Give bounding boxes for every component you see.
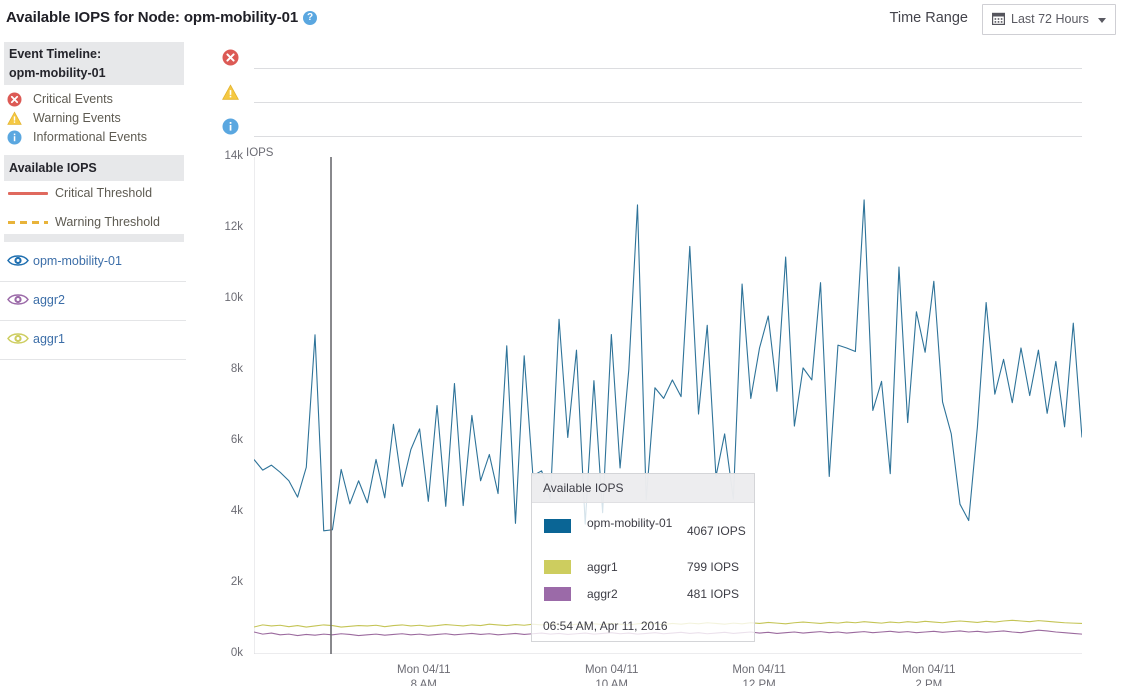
x-tick-date: Mon 04/11 (902, 664, 956, 676)
eye-visibility-icon[interactable] (7, 292, 29, 307)
event-timeline-title-line1: Event Timeline: (9, 47, 102, 61)
legend-label-aggr2: aggr2 (33, 293, 65, 307)
legend-label-critical-events: Critical Events (33, 92, 113, 106)
legend-label-warning-events: Warning Events (33, 111, 121, 125)
legend-item-critical-events[interactable]: Critical Events (0, 90, 186, 109)
event-timeline-title-line2: opm-mobility-01 (9, 66, 106, 80)
legend-item-critical-threshold[interactable]: Critical Threshold (0, 184, 186, 203)
legend-item-informational-events[interactable]: Informational Events (0, 128, 186, 147)
x-tick-date: Mon 04/11 (732, 664, 786, 676)
y-axis-tick-label: 12k (224, 221, 243, 233)
tooltip-name-aggr1: aggr1 (587, 560, 618, 574)
tooltip-timestamp: 06:54 AM, Apr 11, 2016 (543, 619, 668, 633)
calendar-icon (992, 12, 1005, 25)
x-axis-tick-label: Mon 04/11 2 PM (879, 663, 979, 686)
iops-chart-page: Available IOPS for Node: opm-mobility-01… (0, 0, 1126, 686)
page-header: Available IOPS for Node: opm-mobility-01… (0, 0, 1126, 40)
legend-item-opm-mobility-01[interactable]: opm-mobility-01 (0, 242, 186, 282)
critical-error-icon (7, 92, 22, 107)
y-axis-tick-label: 8k (230, 363, 243, 375)
chart-tooltip: Available IOPS opm-mobility-01 4067 IOPS… (531, 473, 755, 642)
time-range-dropdown[interactable]: Last 72 Hours (982, 4, 1116, 35)
chart-region: IOPS 0k 2k 4k 6k 8k 10k 12k 14k Mon 04/11 8 AM Mo… (186, 40, 1126, 686)
y-axis-tick-label: 0k (230, 647, 243, 659)
page-title: Available IOPS for Node: opm-mobility-01 (6, 9, 299, 26)
legend-label-critical-threshold: Critical Threshold (55, 186, 153, 200)
legend-label-opm-mobility-01: opm-mobility-01 (33, 254, 122, 268)
tooltip-swatch-opm-mobility-01 (544, 519, 571, 533)
sidebar-separator (4, 234, 184, 242)
legend-item-aggr1[interactable]: aggr1 (0, 320, 186, 360)
legend-item-warning-events[interactable]: Warning Events (0, 109, 186, 128)
x-tick-date: Mon 04/11 (584, 664, 639, 676)
x-tick-time: 8 AM (410, 679, 437, 686)
x-axis-tick-label: Mon 04/11 12 PM (709, 663, 809, 686)
warning-triangle-icon (7, 111, 22, 126)
tooltip-name-opm-mobility-01: opm-mobility-01 (587, 516, 673, 530)
time-range-value: Last 72 Hours (1011, 12, 1089, 26)
information-icon[interactable] (222, 118, 239, 135)
eye-visibility-icon[interactable] (7, 331, 29, 346)
y-axis-tick-label: 10k (224, 292, 243, 304)
x-tick-time: 12 PM (742, 679, 776, 686)
legend-item-aggr2[interactable]: aggr2 (0, 281, 186, 321)
chevron-down-icon (1098, 18, 1106, 23)
critical-events-track (254, 68, 1082, 69)
y-axis-tick-label: 2k (230, 576, 243, 588)
tooltip-swatch-aggr1 (544, 560, 571, 574)
y-axis-tick-label: 14k (224, 150, 243, 162)
tooltip-value-opm-mobility-01: 4067 IOPS (687, 524, 746, 538)
tooltip-value-aggr2: 481 IOPS (687, 587, 740, 601)
legend-label-warning-threshold: Warning Threshold (55, 215, 160, 229)
y-axis-tick-label: 4k (230, 505, 243, 517)
x-axis-tick-label: Mon 04/11 8 AM (374, 663, 474, 686)
legend-sidebar: Event Timeline: opm-mobility-01 Critical… (0, 40, 186, 686)
legend-item-warning-threshold[interactable]: Warning Threshold (0, 213, 186, 232)
x-axis-tick-label: Mon 04/11 10 AM (562, 663, 662, 686)
x-tick-date: Mon 04/11 (396, 664, 451, 676)
legend-label-informational-events: Informational Events (33, 130, 147, 144)
critical-error-icon[interactable] (222, 49, 239, 66)
metric-title: Available IOPS (9, 161, 97, 175)
time-range-label: Time Range (889, 10, 968, 26)
tooltip-value-aggr1: 799 IOPS (687, 560, 740, 574)
x-tick-time: 2 PM (915, 679, 943, 686)
informational-events-track (254, 136, 1082, 137)
warning-triangle-icon[interactable] (222, 84, 239, 101)
x-tick-time: 10 AM (595, 679, 628, 686)
legend-label-aggr1: aggr1 (33, 332, 65, 346)
information-icon (7, 130, 22, 145)
tooltip-title: Available IOPS (543, 481, 624, 495)
warning-events-track (254, 102, 1082, 103)
eye-visibility-icon[interactable] (7, 253, 29, 268)
warning-threshold-line-icon (8, 221, 48, 224)
tooltip-swatch-aggr2 (544, 587, 571, 601)
critical-threshold-line-icon (8, 192, 48, 195)
tooltip-name-aggr2: aggr2 (587, 587, 618, 601)
y-axis-tick-label: 6k (230, 434, 243, 446)
help-circle-icon[interactable]: ? (303, 11, 317, 25)
